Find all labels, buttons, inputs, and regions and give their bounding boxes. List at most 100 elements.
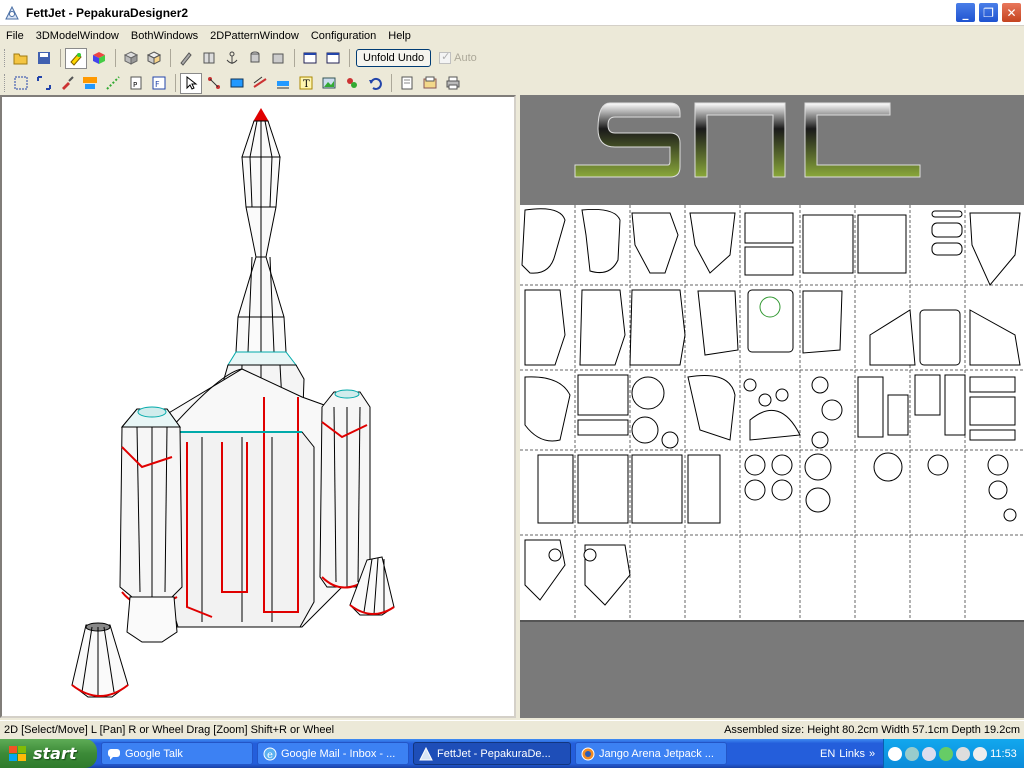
texture-toggle-button[interactable]: [65, 47, 87, 69]
print-setup-button[interactable]: [396, 73, 418, 94]
shaded-cube-icon: [146, 51, 162, 65]
menu-configuration[interactable]: Configuration: [305, 30, 382, 42]
pattern-canvas[interactable]: [520, 95, 1024, 718]
image-tool-button[interactable]: [318, 73, 340, 94]
toolbar-grip[interactable]: [4, 74, 7, 92]
task-label: Google Mail - Inbox - ...: [281, 747, 396, 760]
task-fettjet[interactable]: FettJet - PepakuraDe...: [413, 742, 571, 765]
anchor-button[interactable]: [221, 48, 243, 69]
menu-both-windows[interactable]: BothWindows: [125, 30, 204, 42]
clock[interactable]: 11:53: [990, 748, 1017, 760]
jetpack-3d-model[interactable]: [2, 97, 514, 716]
menu-help[interactable]: Help: [382, 30, 417, 42]
rotate-tool-button[interactable]: [226, 73, 248, 94]
system-tray-area: EN Links » 11:53: [814, 739, 1024, 768]
print-preview-icon: [423, 76, 437, 89]
pencil-icon: [180, 52, 192, 66]
volume-icon[interactable]: [905, 746, 920, 761]
links-toolbar[interactable]: Links: [839, 748, 865, 760]
task-jango-arena[interactable]: Jango Arena Jetpack ...: [575, 742, 727, 765]
paint-button[interactable]: [56, 73, 78, 94]
back-arrow-icon[interactable]: [888, 746, 903, 761]
save-button[interactable]: [33, 48, 55, 69]
color-tool-button[interactable]: [341, 73, 363, 94]
print-preview-button[interactable]: [419, 73, 441, 94]
cylinder-button[interactable]: [244, 48, 266, 69]
task-label: FettJet - PepakuraDe...: [437, 747, 551, 760]
model-3d-view[interactable]: [0, 95, 516, 718]
wire-cube-button[interactable]: [120, 48, 142, 69]
panel-button[interactable]: [198, 48, 220, 69]
open-file-button[interactable]: [10, 48, 32, 69]
zoom-fit-icon: [37, 76, 51, 90]
windows-flag-icon: [9, 745, 26, 761]
fold-line-button[interactable]: [249, 73, 271, 94]
image-icon: [322, 77, 336, 89]
fit-view-button[interactable]: [10, 73, 32, 94]
spc-logo: [574, 102, 921, 178]
toolbar-grip[interactable]: [4, 49, 7, 67]
svg-text:P: P: [133, 81, 137, 89]
fold-line-icon: [253, 76, 267, 88]
pattern-2d-view[interactable]: [520, 95, 1024, 718]
cylinder-icon: [250, 51, 260, 63]
auto-checkbox: Auto: [439, 50, 477, 64]
flap-button[interactable]: [102, 73, 124, 94]
menu-2d-pattern-window[interactable]: 2DPatternWindow: [204, 30, 305, 42]
window-alt-icon: [326, 52, 340, 64]
shaded-cube-button[interactable]: [143, 48, 165, 69]
assembled-size: Assembled size: Height 80.2cm Width 57.1…: [724, 724, 1020, 736]
panel-icon: [203, 52, 215, 64]
frame-button[interactable]: F: [148, 73, 170, 94]
svg-text:e: e: [267, 750, 273, 761]
network-icon[interactable]: [922, 746, 937, 761]
chevron-right-icon[interactable]: »: [869, 748, 875, 760]
text-tool-button[interactable]: T: [295, 73, 317, 94]
main-toolbar: Unfold Undo Auto: [0, 46, 1024, 70]
task-google-talk[interactable]: Google Talk: [101, 742, 253, 765]
select-tool-button[interactable]: [180, 72, 202, 94]
menu-file[interactable]: File: [0, 30, 30, 42]
antivirus-icon[interactable]: [956, 746, 971, 761]
window-title: FettJet - PepakuraDesigner2: [26, 5, 189, 20]
edge-button[interactable]: [175, 48, 197, 69]
chat-icon: [108, 748, 120, 760]
undo-button[interactable]: [364, 73, 386, 94]
text-icon: T: [299, 76, 313, 90]
folder-open-icon: [13, 53, 28, 65]
color-cube-icon: [93, 52, 105, 64]
svg-text:F: F: [155, 80, 160, 89]
svg-text:T: T: [303, 79, 310, 90]
window-layout-alt-button[interactable]: [322, 48, 344, 69]
color-cube-button[interactable]: [88, 48, 110, 69]
zoom-fit-button[interactable]: [33, 73, 55, 94]
unfold-undo-button[interactable]: Unfold Undo: [356, 49, 432, 67]
print-button[interactable]: [442, 73, 464, 94]
join-tool-button[interactable]: [203, 73, 225, 94]
chat-tray-icon[interactable]: [973, 746, 988, 761]
numbering-button[interactable]: [79, 73, 101, 94]
close-button[interactable]: ✕: [1001, 2, 1022, 23]
page-number-button[interactable]: P: [125, 73, 147, 94]
brush-icon: [62, 76, 74, 90]
menu-3d-model-window[interactable]: 3DModelWindow: [30, 30, 125, 42]
anchor-icon: [226, 51, 238, 64]
edit-toolbar: P F T: [0, 71, 1024, 95]
task-label: Google Talk: [125, 747, 183, 760]
minimize-button[interactable]: _: [955, 2, 976, 23]
status-bar: 2D [Select/Move] L [Pan] R or Wheel Drag…: [0, 720, 1024, 739]
edge-id-button[interactable]: [272, 73, 294, 94]
printer-icon: [446, 76, 460, 90]
language-indicator[interactable]: EN: [820, 748, 835, 760]
checkbox-box: [439, 50, 452, 64]
maximize-button[interactable]: ❐: [978, 2, 999, 23]
task-google-mail[interactable]: e Google Mail - Inbox - ...: [257, 742, 409, 765]
task-label: Jango Arena Jetpack ...: [599, 747, 714, 760]
palette-icon: [347, 78, 357, 88]
box-button[interactable]: [267, 48, 289, 69]
start-button[interactable]: start: [0, 739, 97, 768]
page-icon: P: [130, 76, 142, 90]
window-layout-button[interactable]: [299, 48, 321, 69]
messenger-icon[interactable]: [939, 746, 954, 761]
firefox-icon: [581, 747, 595, 760]
